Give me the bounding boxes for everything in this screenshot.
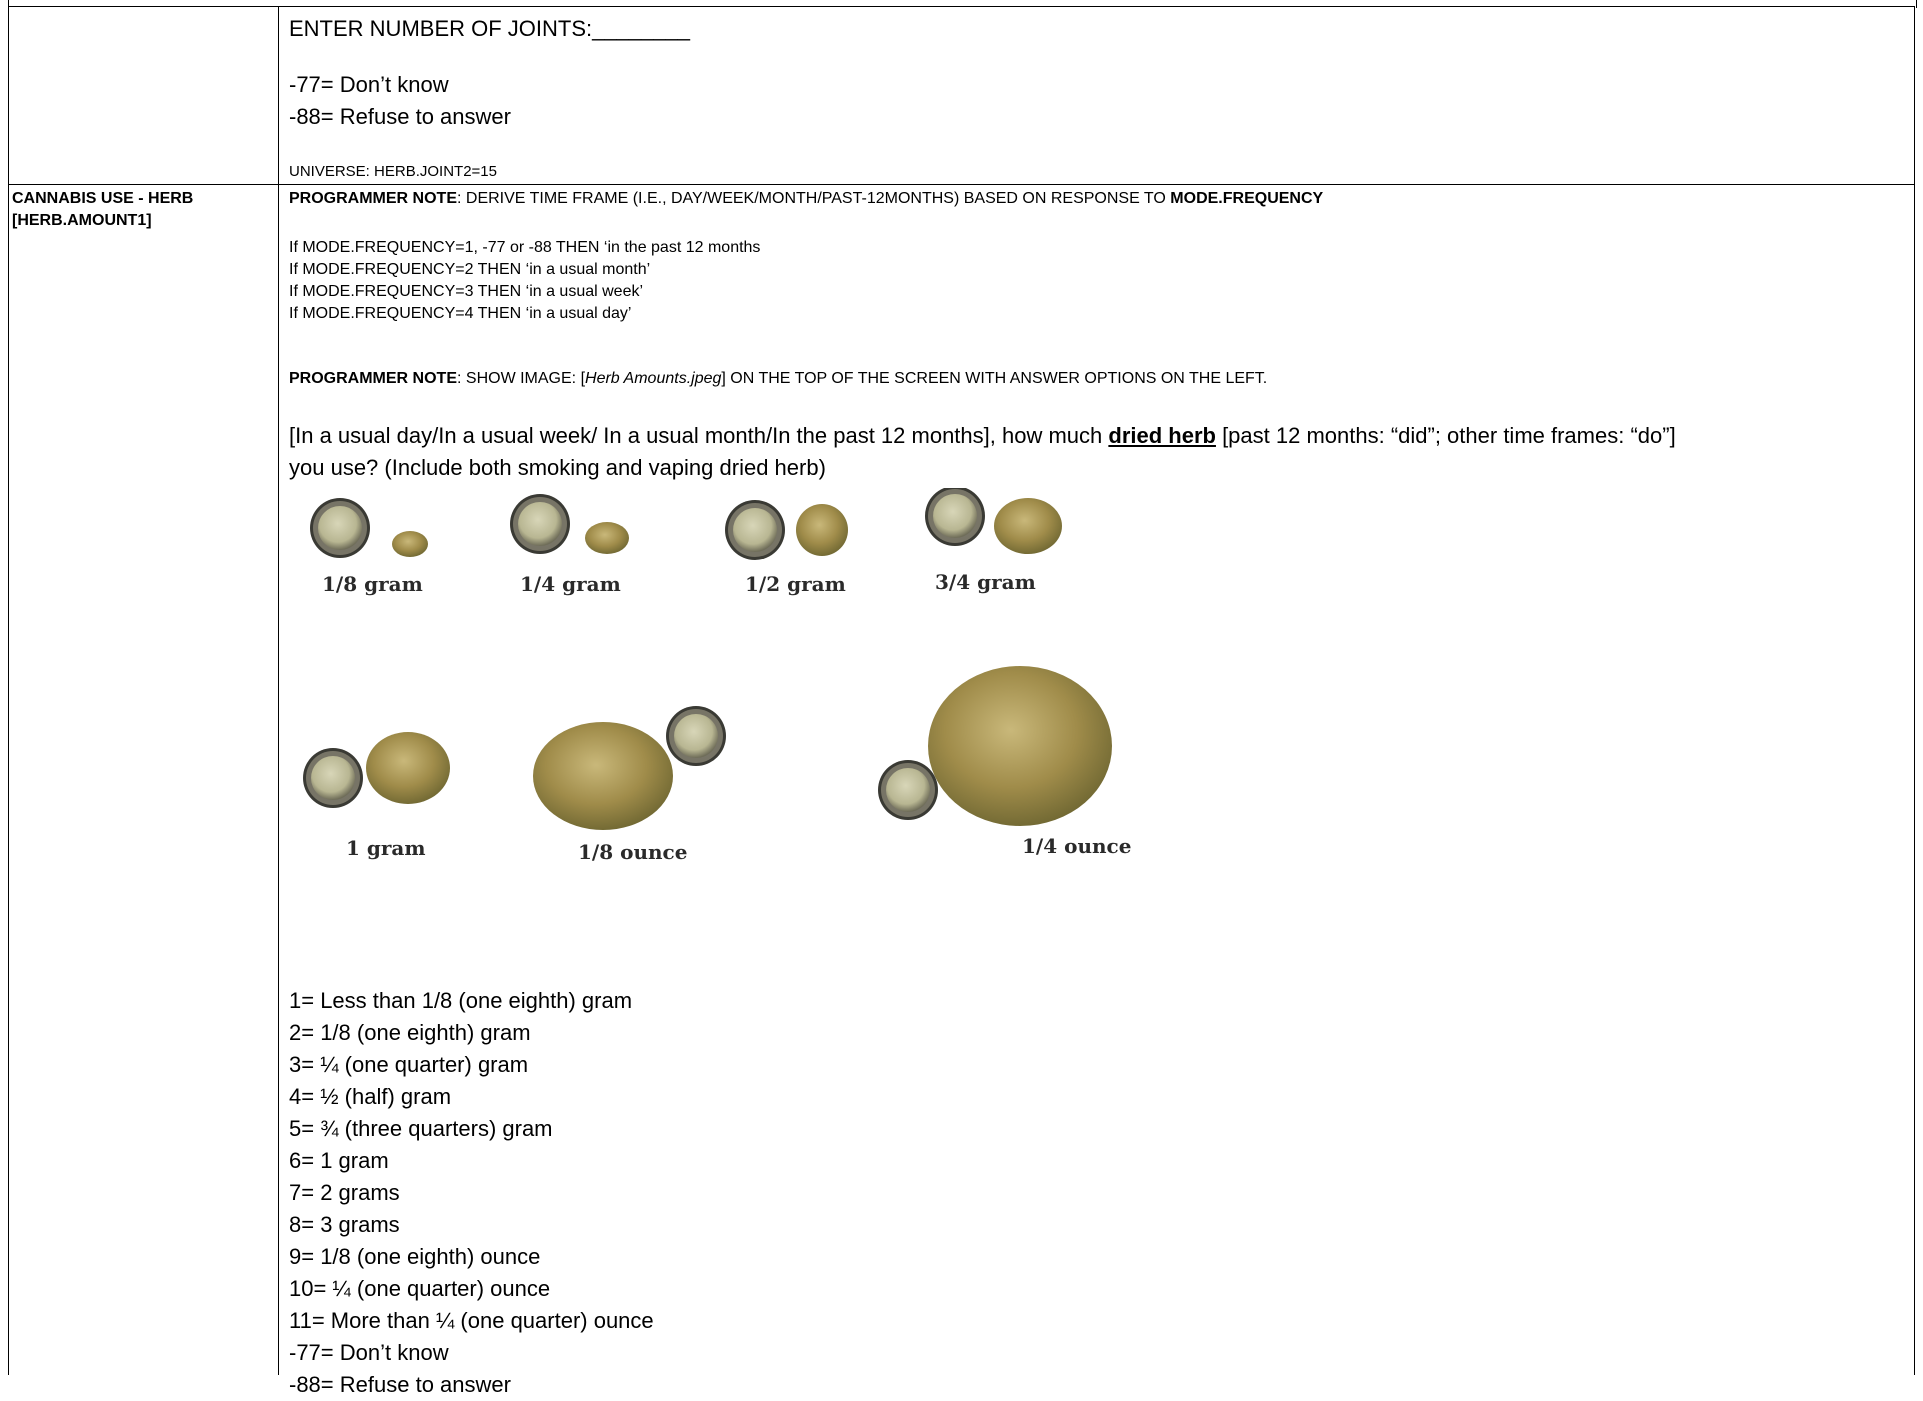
topic-title: CANNABIS USE - HERB [HERB.AMOUNT1] xyxy=(12,188,193,232)
label-cell-empty xyxy=(8,6,279,185)
answer-option: 7= 2 grams xyxy=(289,1180,400,1205)
programmer-note-image: PROGRAMMER NOTE: SHOW IMAGE: [Herb Amoun… xyxy=(289,368,1267,390)
note-label: PROGRAMMER NOTE xyxy=(289,370,457,387)
condition-item: If MODE.FREQUENCY=3 THEN ‘in a usual wee… xyxy=(289,283,644,300)
herb-bud-icon xyxy=(366,732,450,804)
amount-label: 1/4 ounce xyxy=(1022,834,1131,858)
answer-option: 5= ¾ (three quarters) gram xyxy=(289,1116,553,1141)
answer-option: 6= 1 gram xyxy=(289,1148,389,1173)
question-part: [past 12 months: “did”; other time frame… xyxy=(1215,423,1676,448)
question-text: [In a usual day/In a usual week/ In a us… xyxy=(289,420,1676,452)
topic-name: CANNABIS USE - HERB xyxy=(12,190,194,207)
enter-joints-prompt: ENTER NUMBER OF JOINTS:________ xyxy=(289,16,691,41)
table-row-joints: ENTER NUMBER OF JOINTS:________ -77= Don… xyxy=(8,6,1915,185)
note-label: PROGRAMMER NOTE xyxy=(289,190,457,207)
condition-item: If MODE.FREQUENCY=2 THEN ‘in a usual mon… xyxy=(289,261,651,278)
amount-label: 1/8 ounce xyxy=(578,840,687,864)
amount-label: 1 gram xyxy=(346,836,426,860)
herb-amounts-image: 1/8 gram 1/4 gram 1/2 gram 3/4 gram 1 gr… xyxy=(303,488,1131,864)
programmer-note-timeframe: PROGRAMMER NOTE: DERIVE TIME FRAME (I.E.… xyxy=(289,188,1323,210)
answer-option: 3= ¼ (one quarter) gram xyxy=(289,1052,529,1077)
variable-name: [HERB.AMOUNT1] xyxy=(12,212,152,229)
question-part: [In a usual day/In a usual week/ In a us… xyxy=(289,423,1109,448)
herb-bud-icon xyxy=(585,522,629,554)
answer-option: 2= 1/8 (one eighth) gram xyxy=(289,1020,531,1045)
bottle-cap-icon xyxy=(510,494,570,554)
note-text: : SHOW IMAGE: [ xyxy=(457,370,586,387)
herb-bud-icon xyxy=(994,498,1062,554)
universe-note: UNIVERSE: HERB.JOINT2=15 xyxy=(289,163,497,180)
question-emphasis: dried herb xyxy=(1108,423,1216,448)
answer-option: 8= 3 grams xyxy=(289,1212,400,1237)
herb-bud-icon xyxy=(796,504,848,556)
question-text-line2: you use? (Include both smoking and vapin… xyxy=(289,455,826,480)
answer-option: 4= ½ (half) gram xyxy=(289,1084,452,1109)
answer-options: 1= Less than 1/8 (one eighth) gram 2= 1/… xyxy=(289,985,654,1401)
bottle-cap-icon xyxy=(878,760,938,820)
option-refuse: -88= Refuse to answer xyxy=(289,104,511,129)
bottle-cap-icon xyxy=(725,500,785,560)
answer-option: 9= 1/8 (one eighth) ounce xyxy=(289,1244,541,1269)
amount-label: 1/4 gram xyxy=(520,572,621,596)
answer-option: 10= ¼ (one quarter) ounce xyxy=(289,1276,551,1301)
label-cell-herb: CANNABIS USE - HERB [HERB.AMOUNT1] xyxy=(8,184,279,1375)
amount-label: 1/8 gram xyxy=(322,572,423,596)
herb-bud-icon xyxy=(533,722,673,830)
amount-label: 1/2 gram xyxy=(745,572,846,596)
answer-option: 11= More than ¼ (one quarter) ounce xyxy=(289,1308,654,1333)
content-cell-joints: ENTER NUMBER OF JOINTS:________ -77= Don… xyxy=(278,6,1915,185)
note-variable: MODE.FREQUENCY xyxy=(1170,190,1324,207)
amount-label: 3/4 gram xyxy=(935,570,1036,594)
option-dont-know: -77= Don’t know xyxy=(289,72,449,97)
bottle-cap-icon xyxy=(310,498,370,558)
note-text: : DERIVE TIME FRAME (I.E., DAY/WEEK/MONT… xyxy=(457,190,1171,207)
bottle-cap-icon xyxy=(303,748,363,808)
herb-bud-icon xyxy=(392,531,428,557)
herb-bud-icon xyxy=(928,666,1112,826)
note-text: ] ON THE TOP OF THE SCREEN WITH ANSWER O… xyxy=(721,370,1268,387)
answer-option: 1= Less than 1/8 (one eighth) gram xyxy=(289,988,633,1013)
condition-list: If MODE.FREQUENCY=1, -77 or -88 THEN ‘in… xyxy=(289,237,760,325)
condition-item: If MODE.FREQUENCY=1, -77 or -88 THEN ‘in… xyxy=(289,239,761,256)
answer-option: -77= Don’t know xyxy=(289,1340,449,1365)
bottle-cap-icon xyxy=(925,488,985,546)
condition-item: If MODE.FREQUENCY=4 THEN ‘in a usual day… xyxy=(289,305,632,322)
bottle-cap-icon xyxy=(666,706,726,766)
note-filename: Herb Amounts.jpeg xyxy=(585,370,722,387)
